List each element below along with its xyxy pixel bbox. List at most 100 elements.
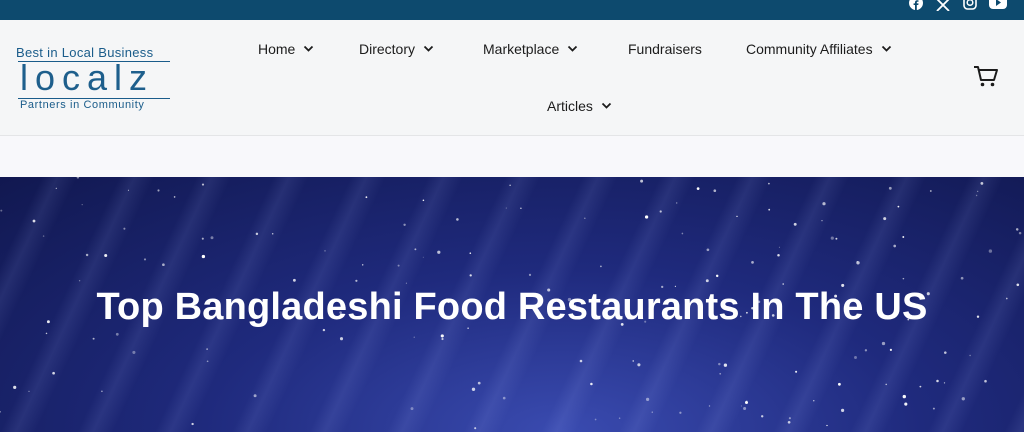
star	[885, 383, 887, 386]
star	[881, 341, 886, 346]
star	[477, 381, 481, 385]
star	[897, 205, 900, 208]
star	[397, 264, 400, 267]
youtube-icon[interactable]	[989, 0, 1007, 11]
star	[646, 397, 650, 401]
page-title: Top Bangladeshi Food Restaurants In The …	[96, 286, 928, 328]
nav-articles[interactable]: Articles	[547, 98, 612, 114]
star	[403, 223, 406, 227]
star	[719, 372, 722, 375]
star	[705, 279, 709, 283]
star	[961, 397, 965, 401]
star	[162, 263, 165, 267]
star	[787, 420, 791, 424]
star	[856, 261, 860, 265]
nav-community-affiliates[interactable]: Community Affiliates	[746, 41, 892, 57]
star	[715, 274, 719, 278]
star	[761, 415, 764, 418]
star	[413, 336, 415, 338]
star	[173, 196, 176, 198]
star	[361, 264, 364, 266]
star	[975, 194, 978, 197]
star	[904, 402, 908, 406]
nav-home-label: Home	[258, 41, 296, 57]
star	[902, 236, 905, 238]
star	[115, 332, 119, 336]
star	[618, 417, 621, 419]
star	[768, 208, 771, 211]
star	[944, 351, 947, 354]
nav-marketplace[interactable]: Marketplace	[483, 41, 578, 57]
star	[0, 209, 3, 212]
star	[723, 363, 728, 367]
star	[55, 187, 57, 189]
star	[883, 217, 887, 221]
star	[441, 337, 444, 341]
x-twitter-icon[interactable]	[935, 0, 952, 11]
star	[919, 385, 922, 388]
star	[893, 244, 897, 248]
star	[414, 248, 417, 251]
star	[143, 258, 147, 261]
star	[740, 405, 742, 407]
star	[929, 190, 932, 192]
nav-fundraisers[interactable]: Fundraisers	[628, 41, 702, 57]
star	[101, 390, 103, 393]
star	[405, 282, 407, 284]
nav-affiliates-label: Community Affiliates	[746, 41, 873, 57]
social-links	[908, 0, 1007, 12]
star	[980, 181, 984, 185]
site-logo[interactable]: Best in Local Business localz Partners i…	[16, 45, 176, 111]
star	[410, 407, 414, 411]
star	[469, 252, 472, 254]
nav-fundraisers-label: Fundraisers	[628, 41, 702, 57]
star	[52, 371, 55, 375]
star	[969, 354, 971, 357]
star	[191, 422, 194, 426]
star	[813, 400, 815, 402]
chevron-down-icon	[568, 45, 578, 52]
top-bar	[0, 0, 1024, 20]
star	[640, 179, 644, 183]
star	[502, 396, 506, 400]
star	[255, 232, 259, 236]
instagram-icon[interactable]	[962, 0, 979, 11]
star	[988, 249, 993, 253]
hero-banner: Top Bangladeshi Food Restaurants In The …	[0, 177, 1024, 432]
star	[206, 360, 209, 363]
star	[659, 210, 662, 213]
star	[936, 379, 939, 383]
star	[92, 337, 95, 340]
star	[889, 348, 893, 351]
star	[28, 390, 30, 393]
star	[132, 350, 136, 354]
star	[830, 236, 834, 240]
star	[42, 235, 45, 237]
star	[751, 261, 754, 264]
facebook-icon[interactable]	[908, 0, 925, 11]
star	[837, 382, 841, 386]
star	[644, 215, 649, 219]
nav-directory-label: Directory	[359, 41, 416, 57]
star	[768, 182, 770, 185]
star	[651, 411, 653, 413]
star	[471, 387, 476, 391]
chevron-down-icon	[423, 45, 434, 52]
star	[76, 177, 80, 179]
nav-home[interactable]: Home	[258, 41, 314, 57]
star	[579, 359, 583, 363]
site-header: Best in Local Business localz Partners i…	[0, 20, 1024, 136]
cart-icon[interactable]	[973, 64, 999, 88]
star	[854, 356, 857, 359]
nav-directory[interactable]: Directory	[359, 41, 434, 57]
star	[474, 427, 477, 430]
chevron-down-icon	[601, 102, 612, 109]
star	[943, 382, 946, 384]
star	[13, 385, 17, 389]
star	[681, 232, 684, 235]
star	[782, 283, 784, 285]
star	[821, 220, 823, 222]
header-spacer	[0, 136, 1024, 177]
star	[271, 233, 274, 235]
star	[322, 328, 326, 332]
